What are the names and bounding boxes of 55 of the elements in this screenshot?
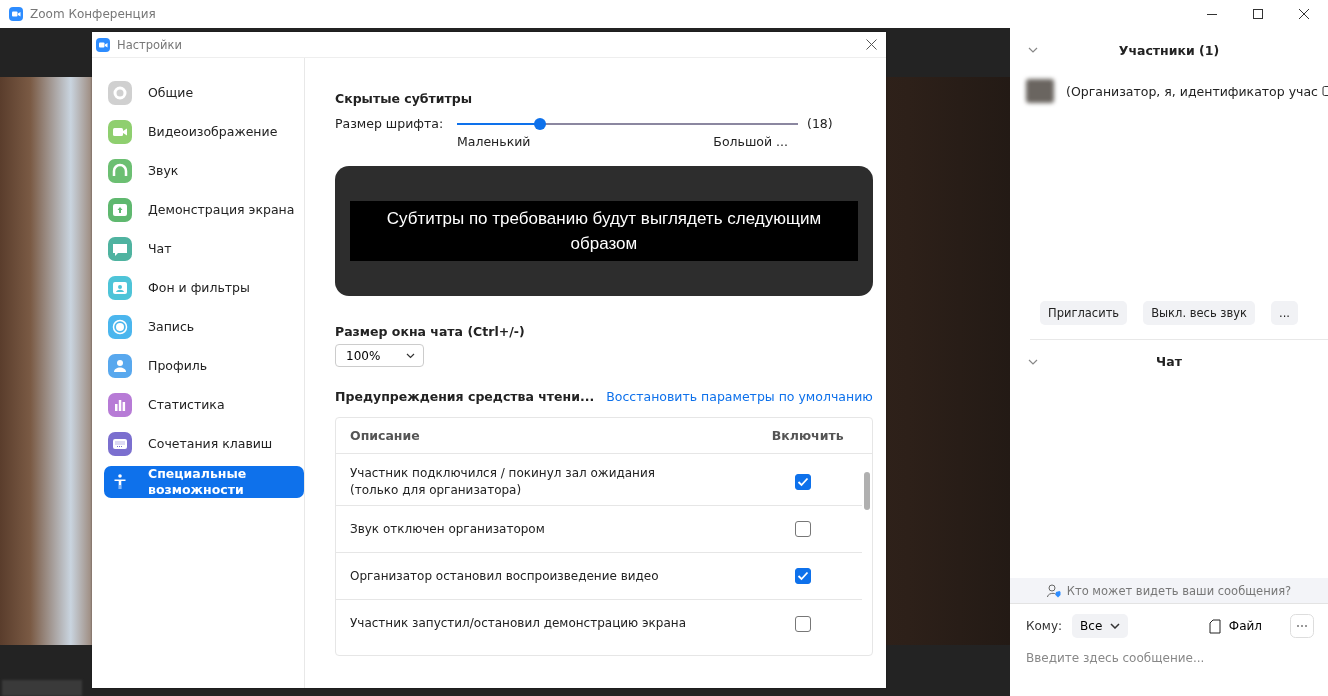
section-heading: Скрытые субтитры <box>335 91 474 106</box>
settings-category[interactable]: Чат <box>104 229 304 268</box>
maximize-icon[interactable] <box>1252 8 1264 20</box>
slider-value: (18) <box>807 116 833 133</box>
invite-button[interactable]: Пригласить <box>1040 300 1128 325</box>
chevron-down-icon[interactable] <box>1028 358 1038 365</box>
settings-category[interactable]: Фон и фильтры <box>104 268 304 307</box>
checkbox[interactable] <box>795 474 812 490</box>
close-icon[interactable] <box>866 39 877 50</box>
recipient-label: Кому: <box>1026 619 1063 633</box>
dialog-title: Настройки <box>117 37 182 52</box>
file-icon <box>1208 618 1221 634</box>
slider-min-label: Маленький <box>457 134 531 149</box>
file-button[interactable]: Файл <box>1202 617 1268 635</box>
settings-category[interactable]: Профиль <box>104 346 304 385</box>
more-button[interactable]: ... <box>1271 300 1298 325</box>
app-logo-icon <box>9 7 23 21</box>
chevron-down-icon[interactable] <box>1028 47 1038 53</box>
settings-category[interactable]: Звук <box>104 151 304 190</box>
table-cell-text: Звук отключен организатором <box>350 520 546 538</box>
settings-category[interactable]: Демонстрация экрана <box>104 190 304 229</box>
table-cell-text: Организатор остановил воспроизведение видео <box>350 567 660 585</box>
avatar-placeholder <box>1026 79 1054 103</box>
recipient-dropdown[interactable]: Все <box>1072 614 1129 638</box>
settings-category[interactable]: Запись <box>104 307 304 346</box>
panel-title: Чат <box>1155 354 1183 369</box>
checkbox[interactable] <box>795 615 812 632</box>
slider-label: Размер шрифта: <box>335 116 445 133</box>
participant-name: (Организатор, я, идентификатор учас <box>1066 83 1318 99</box>
section-heading: Размер окна чата (Ctrl+/-) <box>335 324 526 339</box>
reset-defaults-link[interactable]: Восстановить параметры по умолчанию <box>606 389 873 404</box>
mute-all-button[interactable]: Выкл. весь звук <box>1143 300 1255 325</box>
table-cell-text: Участник запустил/остановил демонстрацию экрана <box>350 615 688 632</box>
scrollbar-thumb[interactable] <box>863 472 870 510</box>
window-title: Zoom Конференция <box>30 7 156 21</box>
table-cell-text: Участник подключился / покинул зал ожидания (только для организатора) <box>350 465 656 499</box>
slider-max-label: Большой ... <box>713 134 788 149</box>
column-header: Описание <box>350 428 421 443</box>
app-logo-icon <box>96 37 110 52</box>
section-heading: Предупреждения средства чтени... <box>335 389 595 404</box>
panel-title: Участники (1) <box>1117 42 1221 58</box>
chat-size-dropdown[interactable]: 100% <box>335 344 424 367</box>
settings-category[interactable]: Специальные возможности <box>104 466 304 498</box>
settings-category[interactable]: Видеоизображение <box>104 112 304 151</box>
settings-category[interactable]: Сочетания клавиш <box>104 424 304 463</box>
chevron-down-icon <box>1110 623 1121 629</box>
column-header: Включить <box>770 428 845 443</box>
person-shield-icon <box>1046 583 1061 598</box>
caption-preview-text: Субтитры по требованию будут выглядеть следующим образом <box>350 201 858 261</box>
settings-category[interactable]: Общие <box>104 73 304 112</box>
settings-category[interactable]: Статистика <box>104 385 304 424</box>
checkbox[interactable] <box>795 568 812 584</box>
close-icon[interactable] <box>1298 8 1310 20</box>
chevron-down-icon <box>406 352 415 359</box>
checkbox[interactable] <box>795 521 812 537</box>
